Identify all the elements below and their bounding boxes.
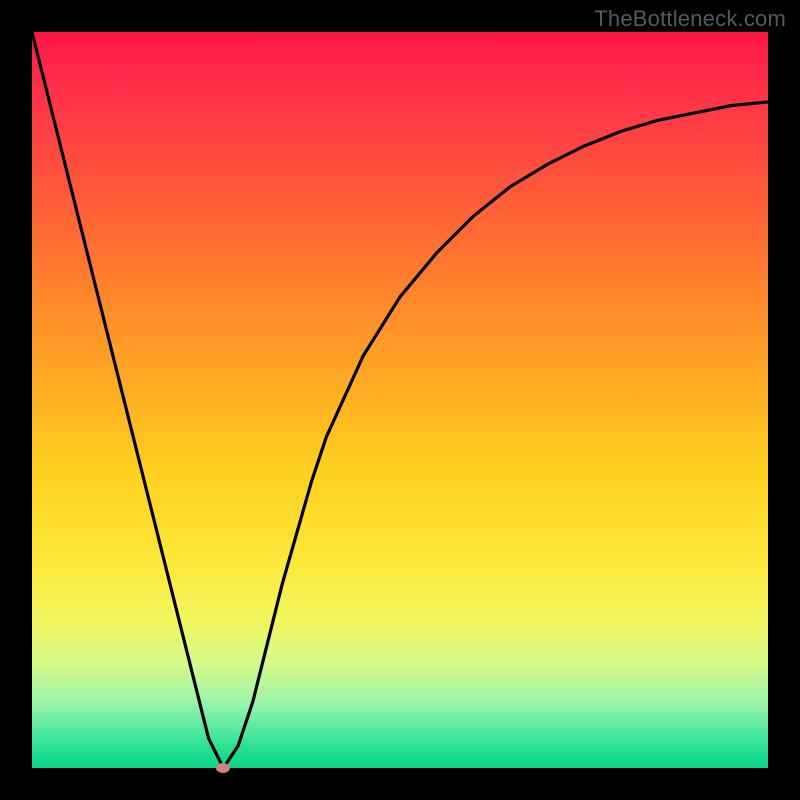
- plot-area: [32, 32, 768, 768]
- bottleneck-curve: [32, 32, 768, 768]
- minimum-marker: [216, 763, 230, 773]
- chart-frame: TheBottleneck.com: [0, 0, 800, 800]
- watermark-text: TheBottleneck.com: [594, 6, 786, 32]
